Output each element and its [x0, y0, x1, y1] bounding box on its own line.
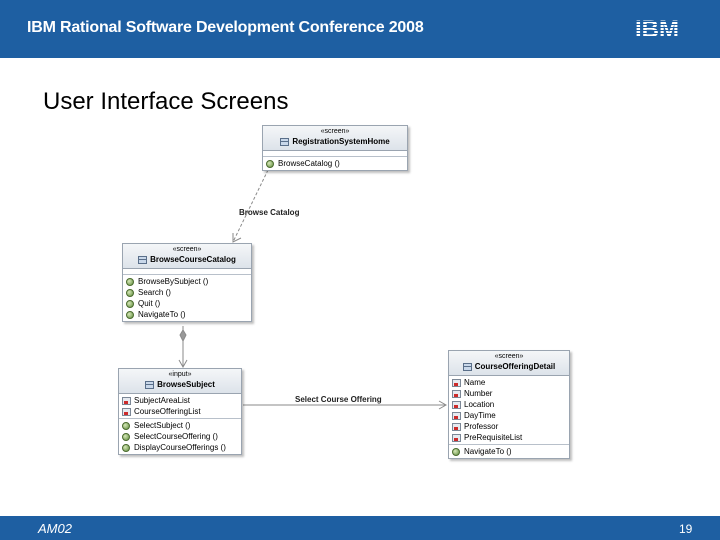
edge-browse-line: [232, 169, 269, 243]
attribute-row: Number: [452, 388, 566, 399]
operation-icon: [126, 299, 134, 308]
class-name: RegistrationSystemHome: [292, 137, 390, 146]
class-course-offering-detail[interactable]: «screen» CourseOfferingDetail Name Numbe…: [448, 350, 570, 459]
operations-compartment: BrowseBySubject () Search () Quit () Nav…: [123, 275, 251, 321]
operation-row: BrowseCatalog (): [266, 158, 404, 169]
attribute-icon: [122, 407, 131, 416]
diagram-connectors: [178, 169, 448, 410]
operation-row: NavigateTo (): [452, 446, 566, 457]
class-registration-system-home[interactable]: «screen» RegistrationSystemHome BrowseCa…: [262, 125, 408, 171]
attribute-row: DayTime: [452, 410, 566, 421]
attribute-icon: [452, 389, 461, 398]
class-icon: [138, 255, 148, 264]
operation-icon: [126, 288, 134, 297]
stereotype: «screen»: [320, 128, 350, 135]
class-name: BrowseSubject: [157, 380, 215, 389]
composition-diamond: [179, 329, 187, 343]
attribute-row: CourseOfferingList: [122, 406, 238, 417]
attribute-icon: [122, 396, 131, 405]
class-icon: [145, 380, 155, 389]
attribute-row: Location: [452, 399, 566, 410]
operation-icon: [122, 421, 130, 430]
class-browse-subject[interactable]: «input» BrowseSubject SubjectAreaList Co…: [118, 368, 242, 455]
operation-icon: [122, 432, 130, 441]
class-header: «screen» CourseOfferingDetail: [449, 351, 569, 376]
stereotype: «screen»: [494, 353, 524, 360]
operation-row: NavigateTo (): [126, 309, 248, 320]
footer-band: AM02 19: [0, 516, 720, 540]
session-code: AM02: [38, 521, 72, 536]
attribute-icon: [452, 422, 461, 431]
operations-compartment: SelectSubject () SelectCourseOffering ()…: [119, 419, 241, 454]
class-icon: [462, 362, 472, 371]
operation-icon: [126, 277, 134, 286]
edge-label-browse-catalog: Browse Catalog: [239, 208, 300, 217]
edge-label-select-course-offering: Select Course Offering: [295, 395, 382, 404]
attributes-compartment: SubjectAreaList CourseOfferingList: [119, 394, 241, 419]
attribute-icon: [452, 400, 461, 409]
operation-row: DisplayCourseOfferings (): [122, 442, 238, 453]
class-icon: [280, 137, 290, 146]
attribute-row: SubjectAreaList: [122, 395, 238, 406]
class-header: «screen» BrowseCourseCatalog: [123, 244, 251, 269]
operation-row: SelectCourseOffering (): [122, 431, 238, 442]
attribute-icon: [452, 411, 461, 420]
operation-icon: [126, 310, 134, 319]
attribute-row: Professor: [452, 421, 566, 432]
class-browse-course-catalog[interactable]: «screen» BrowseCourseCatalog BrowseBySub…: [122, 243, 252, 322]
attributes-compartment: Name Number Location DayTime Professor P…: [449, 376, 569, 445]
operation-row: Search (): [126, 287, 248, 298]
operation-icon: [452, 447, 460, 456]
class-name: BrowseCourseCatalog: [150, 255, 236, 264]
attribute-row: PreRequisiteList: [452, 432, 566, 443]
operation-icon: [122, 443, 130, 452]
class-header: «screen» RegistrationSystemHome: [263, 126, 407, 151]
operation-icon: [266, 159, 274, 168]
class-header: «input» BrowseSubject: [119, 369, 241, 394]
page-number: 19: [679, 522, 693, 536]
attribute-icon: [452, 433, 461, 442]
stereotype: «input»: [168, 371, 192, 378]
operation-row: SelectSubject (): [122, 420, 238, 431]
attribute-row: Name: [452, 377, 566, 388]
operation-row: Quit (): [126, 298, 248, 309]
operations-compartment: NavigateTo (): [449, 445, 569, 458]
attribute-icon: [452, 378, 461, 387]
stereotype: «screen»: [172, 246, 202, 253]
operations-compartment: BrowseCatalog (): [263, 157, 407, 170]
operation-row: BrowseBySubject (): [126, 276, 248, 287]
class-name: CourseOfferingDetail: [474, 362, 556, 371]
